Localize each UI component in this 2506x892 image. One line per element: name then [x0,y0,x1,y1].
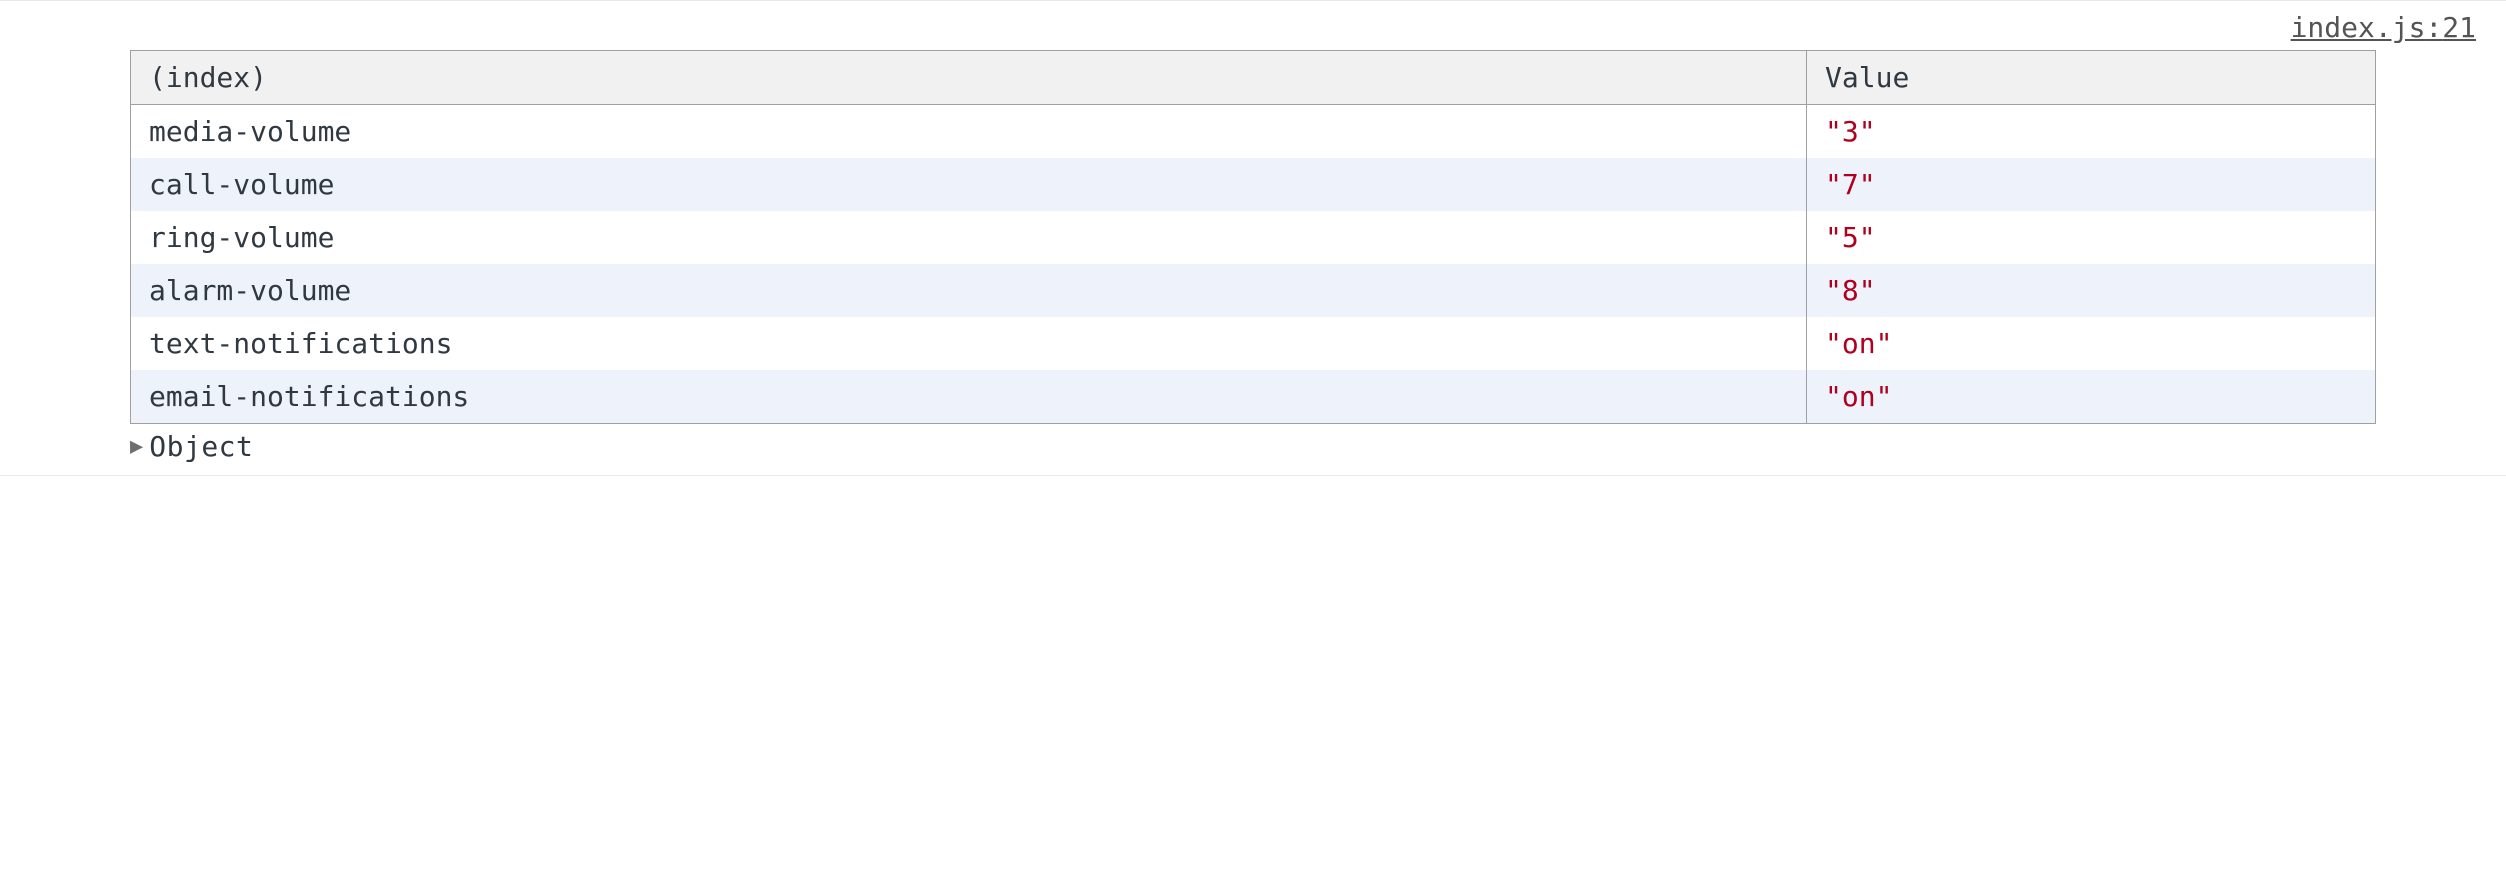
table-row[interactable]: ring-volume "5" [131,211,2376,264]
cell-key: call-volume [131,158,1807,211]
cell-value: "8" [1807,264,2376,317]
cell-key: ring-volume [131,211,1807,264]
console-table-wrap: (index) Value media-volume "3" call-volu… [0,50,2506,424]
source-line: 21 [2442,11,2476,44]
string-literal: "8" [1825,274,1876,307]
cell-key: email-notifications [131,370,1807,424]
cell-key: text-notifications [131,317,1807,370]
string-literal: "3" [1825,115,1876,148]
table-row[interactable]: text-notifications "on" [131,317,2376,370]
cell-value: "5" [1807,211,2376,264]
cell-value: "on" [1807,317,2376,370]
table-row[interactable]: call-volume "7" [131,158,2376,211]
source-link[interactable]: index.js:21 [2291,11,2476,44]
table-row[interactable]: media-volume "3" [131,105,2376,159]
cell-value: "7" [1807,158,2376,211]
console-log-entry: index.js:21 (index) Value media-volume "… [0,0,2506,476]
string-literal: "on" [1825,327,1892,360]
object-expander[interactable]: ▶ Object [0,424,2506,463]
cell-value: "on" [1807,370,2376,424]
console-table: (index) Value media-volume "3" call-volu… [130,50,2376,424]
table-header-row: (index) Value [131,51,2376,105]
object-label: Object [149,430,253,463]
string-literal: "on" [1825,380,1892,413]
string-literal: "5" [1825,221,1876,254]
source-location: index.js:21 [0,9,2506,50]
cell-value: "3" [1807,105,2376,159]
source-file: index.js [2291,11,2426,44]
cell-key: alarm-volume [131,264,1807,317]
header-index[interactable]: (index) [131,51,1807,105]
header-value[interactable]: Value [1807,51,2376,105]
string-literal: "7" [1825,168,1876,201]
table-row[interactable]: email-notifications "on" [131,370,2376,424]
table-row[interactable]: alarm-volume "8" [131,264,2376,317]
expand-triangle-icon: ▶ [130,434,143,459]
cell-key: media-volume [131,105,1807,159]
